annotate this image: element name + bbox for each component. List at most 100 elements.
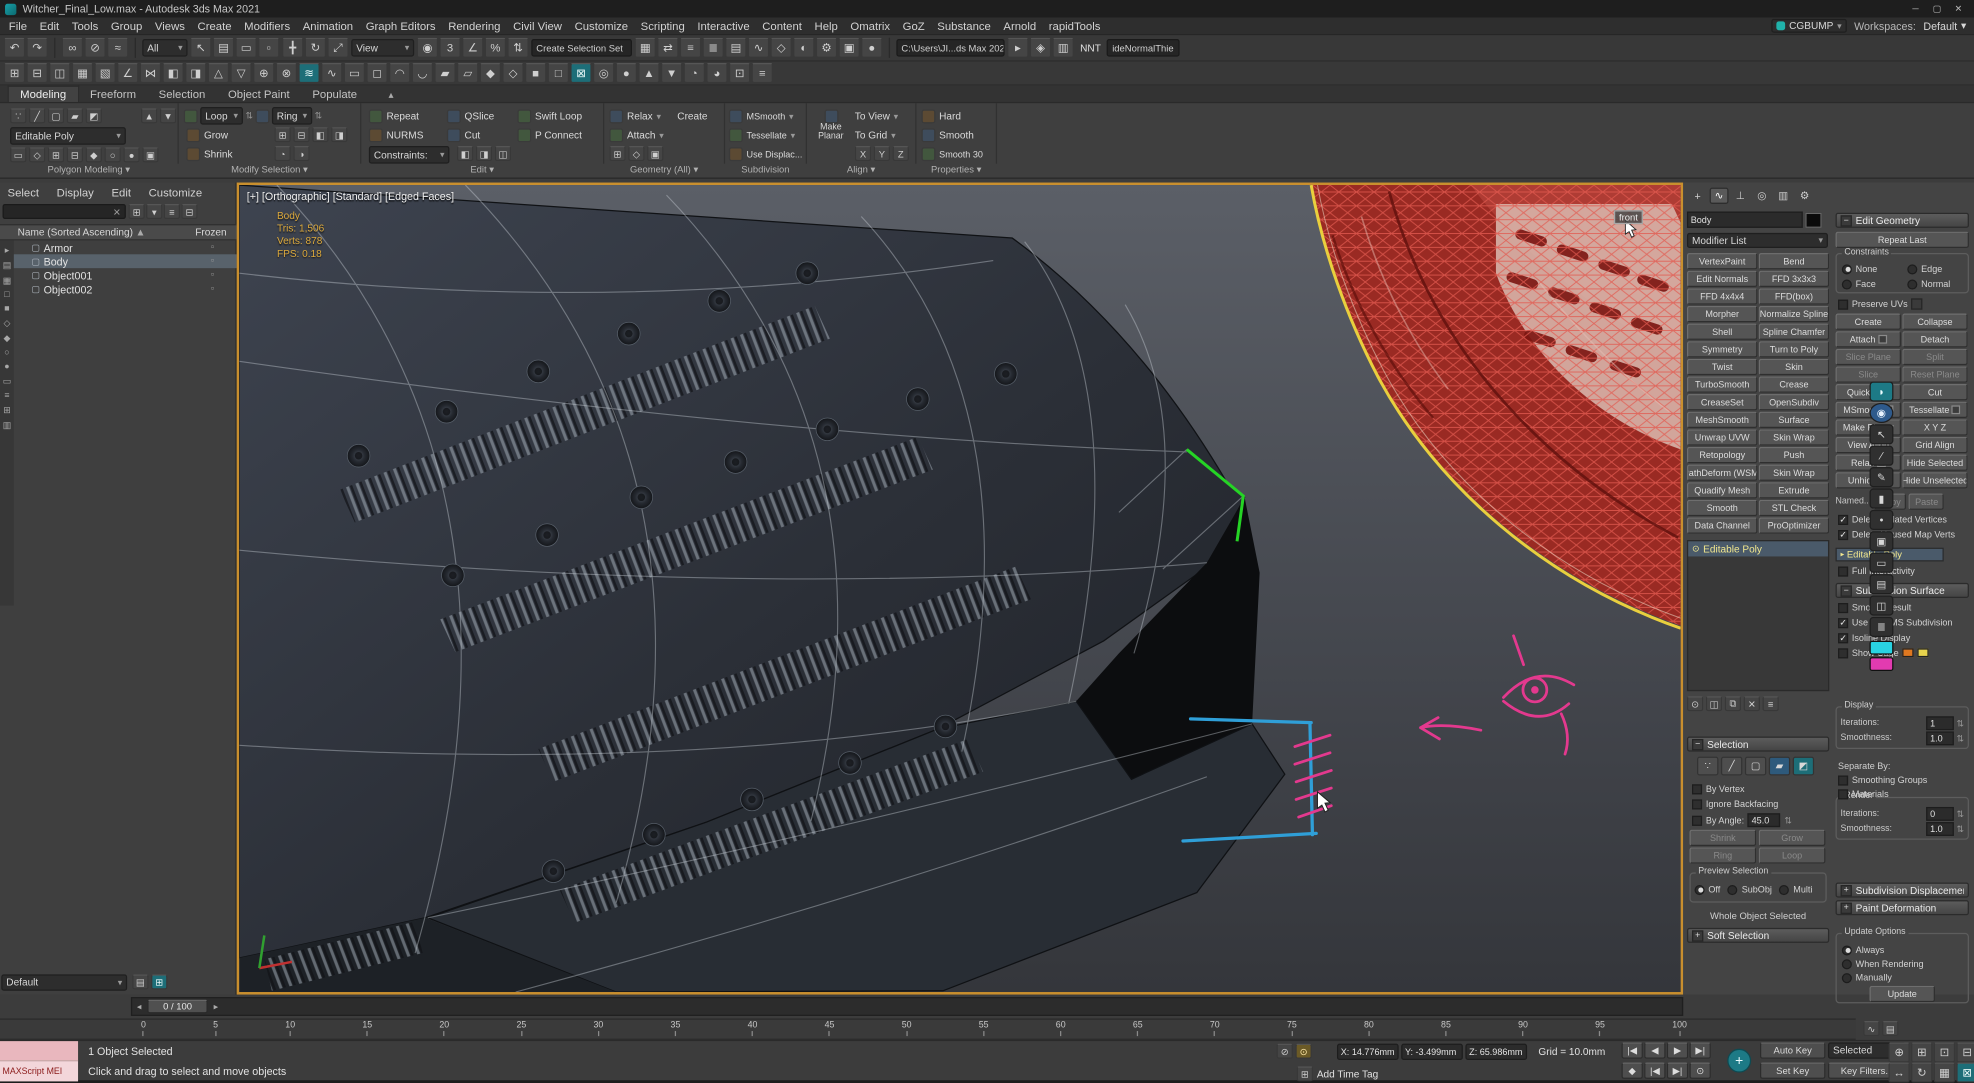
tool-icon[interactable]: ⊠: [570, 63, 591, 83]
angle-snap-icon[interactable]: ∠: [462, 38, 483, 58]
angle-value-field[interactable]: 45.0: [1748, 813, 1781, 827]
spinner-icon[interactable]: ⇅: [315, 111, 322, 121]
spinner-icon[interactable]: ⇅: [1957, 824, 1964, 834]
track-view-icon[interactable]: ▤: [1882, 1021, 1898, 1036]
zoom-region-icon[interactable]: ⊟: [1956, 1042, 1974, 1062]
tool-icon[interactable]: ▼: [661, 63, 682, 83]
subobject-mode-icon[interactable]: ▢: [48, 108, 64, 123]
lock-selection-icon[interactable]: ⊙: [1295, 1044, 1311, 1059]
curve-editor-icon[interactable]: ∿: [748, 38, 769, 58]
selection-tool-icon[interactable]: ⊟: [293, 127, 309, 142]
dot-icon[interactable]: •: [1870, 510, 1894, 530]
ring-button[interactable]: Ring: [1689, 847, 1756, 863]
tool-icon[interactable]: ◻: [366, 63, 387, 83]
edit-geometry-button[interactable]: Create: [1836, 313, 1901, 329]
ring-dropdown[interactable]: Ring▾: [272, 107, 312, 125]
modifier-preset-button[interactable]: MeshSmooth: [1687, 412, 1757, 428]
viewcube-front-label[interactable]: front: [1614, 210, 1643, 224]
scene-object-row[interactable]: ▢ Object001 ▫: [14, 268, 237, 282]
to-view-button[interactable]: To View▾: [855, 108, 898, 124]
time-configuration-icon[interactable]: ⊙: [1689, 1063, 1710, 1079]
redo-icon[interactable]: ↷: [26, 38, 47, 58]
normal-thief-script-button[interactable]: ideNormalThie: [1107, 39, 1180, 57]
schematic-view-icon[interactable]: ◇: [770, 38, 791, 58]
modifier-preset-button[interactable]: CreaseSet: [1687, 394, 1757, 410]
frozen-toggle-icon[interactable]: ▫: [211, 271, 214, 280]
viewport-canvas[interactable]: [239, 185, 1680, 992]
frozen-toggle-icon[interactable]: ▫: [211, 243, 214, 252]
menu-item[interactable]: Omatrix: [844, 20, 896, 33]
color-swatch-magenta[interactable]: [1870, 657, 1894, 671]
marker-icon[interactable]: ▮: [1870, 488, 1894, 508]
layer-explorer-icon[interactable]: ≣: [702, 38, 723, 58]
nnt-script-button[interactable]: NNT: [1076, 42, 1104, 53]
tool-icon[interactable]: ∿: [321, 63, 342, 83]
panel-label[interactable]: Modify Selection ▾: [179, 164, 360, 179]
tool-icon[interactable]: ⊟: [26, 63, 47, 83]
explorer-side-icon[interactable]: ▦: [3, 276, 11, 286]
timeline-tick[interactable]: 5: [213, 1021, 218, 1036]
timeline-tick[interactable]: 10: [285, 1021, 295, 1036]
modifier-preset-button[interactable]: Extrude: [1759, 482, 1830, 498]
timeline-tick[interactable]: 50: [902, 1021, 912, 1036]
create-button[interactable]: Create: [677, 108, 707, 124]
modifier-preset-button[interactable]: FFD 4x4x4: [1687, 288, 1757, 304]
viewport-label[interactable]: [+] [Orthographic] [Standard] [Edged Fac…: [247, 190, 454, 203]
timeline-tick[interactable]: 25: [516, 1021, 526, 1036]
tool-icon[interactable]: ▭: [344, 63, 365, 83]
tool-icon[interactable]: ▽: [230, 63, 251, 83]
percent-snap-icon[interactable]: %: [485, 38, 506, 58]
coordinate-field[interactable]: X: 14.776mm: [1337, 1044, 1399, 1060]
material-editor-icon[interactable]: ◐: [793, 38, 814, 58]
selection-tool-icon[interactable]: ◨: [331, 127, 347, 142]
tool-icon[interactable]: ◎: [593, 63, 614, 83]
tool-icon[interactable]: ◔: [684, 63, 705, 83]
timeline-tick[interactable]: 80: [1364, 1021, 1374, 1036]
cgbump-dropdown[interactable]: CGBUMP ▾: [1772, 19, 1847, 33]
snaps-toggle-icon[interactable]: 3: [439, 38, 460, 58]
constraint-edge-radio[interactable]: Edge: [1907, 263, 1942, 274]
tool-icon[interactable]: ◧: [162, 63, 183, 83]
subobject-mode-icon[interactable]: ▰: [67, 108, 83, 123]
go-to-start-icon[interactable]: |◀: [1621, 1042, 1642, 1058]
select-and-move-icon[interactable]: ╋: [282, 38, 303, 58]
menu-item[interactable]: Tools: [66, 20, 105, 33]
next-key-icon[interactable]: ▶|: [1667, 1063, 1688, 1079]
unlink-selection-icon[interactable]: ⊘: [84, 38, 105, 58]
menu-item[interactable]: GoZ: [896, 20, 931, 33]
mirror-icon[interactable]: ⇄: [657, 38, 678, 58]
tool-icon[interactable]: ◨: [185, 63, 206, 83]
render-iterations-field[interactable]: 0: [1926, 807, 1954, 821]
spinner-snap-icon[interactable]: ⇅: [507, 38, 528, 58]
menu-item[interactable]: Graph Editors: [359, 20, 441, 33]
tool-icon[interactable]: ⋈: [140, 63, 161, 83]
close-button[interactable]: ✕: [1948, 1, 1969, 16]
edit-geometry-button[interactable]: Tessellate: [1902, 402, 1967, 418]
explorer-menu-item[interactable]: Edit: [111, 186, 131, 199]
eye-icon[interactable]: ◉: [1870, 403, 1894, 423]
timeline-tick[interactable]: 85: [1441, 1021, 1451, 1036]
modifier-preset-button[interactable]: Smooth: [1687, 500, 1757, 516]
align-icon[interactable]: ≡: [680, 38, 701, 58]
to-grid-button[interactable]: To Grid▾: [855, 127, 896, 143]
menu-item[interactable]: File: [3, 20, 34, 33]
key-mode-toggle-icon[interactable]: ◆: [1621, 1063, 1642, 1079]
tool-icon[interactable]: ●: [616, 63, 637, 83]
explorer-side-icon[interactable]: ■: [4, 305, 9, 314]
edit-tool-icon[interactable]: ◫: [495, 146, 511, 161]
subobject-mode-icon[interactable]: ∵: [10, 108, 26, 123]
coordinate-field[interactable]: Z: 65.986mm: [1465, 1044, 1527, 1060]
zoom-extents-icon[interactable]: ⊡: [1934, 1042, 1955, 1062]
constraint-face-radio[interactable]: Face: [1842, 278, 1876, 289]
cage-selected-color-swatch[interactable]: [1918, 648, 1929, 657]
display-smoothness-field[interactable]: 1.0: [1926, 731, 1954, 745]
subobject-mode-icon[interactable]: ◩: [86, 108, 102, 123]
timeline-tick[interactable]: 95: [1595, 1021, 1605, 1036]
make-planar-button[interactable]: Make Planar: [809, 110, 852, 158]
menu-item[interactable]: Group: [105, 20, 149, 33]
modifier-preset-button[interactable]: VertexPaint: [1687, 253, 1757, 269]
time-slider[interactable]: ◂ 0 / 100 ▸: [131, 997, 1683, 1016]
vertex-subobject-icon[interactable]: ∵: [1697, 757, 1718, 776]
stack-nav-icon[interactable]: ▼: [160, 108, 176, 123]
tool-icon[interactable]: ▥: [1052, 38, 1073, 58]
